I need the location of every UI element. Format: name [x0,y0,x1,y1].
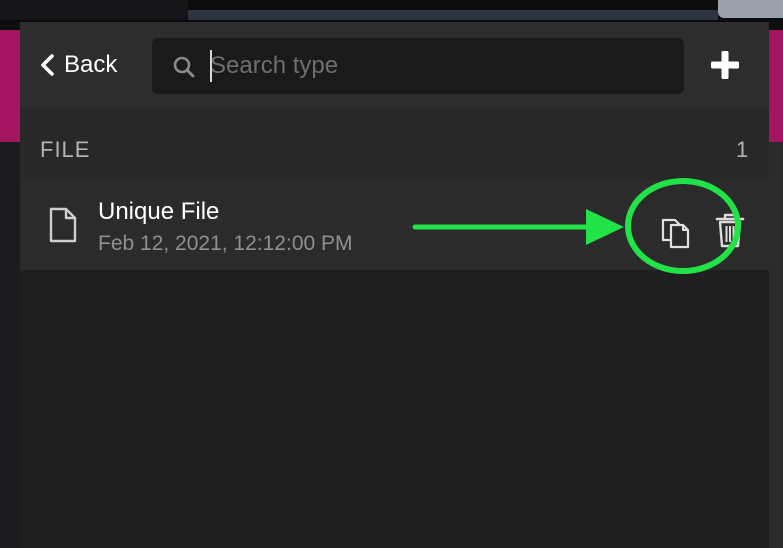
search-box[interactable] [152,38,684,94]
background-topbar-strip [188,10,718,20]
section-header: FILE 1 [20,108,769,180]
copy-button[interactable] [657,212,697,252]
section-count: 1 [736,137,749,162]
search-input[interactable] [210,48,670,84]
file-icon [48,206,78,248]
trash-icon [714,213,746,254]
background-right-accent [769,30,783,142]
file-row[interactable]: Unique File Feb 12, 2021, 12:12:00 PM [20,180,769,270]
text-caret [210,50,212,82]
add-button[interactable] [708,48,742,82]
panel-header: Back [20,22,769,108]
chevron-left-icon [38,53,56,77]
back-label: Back [64,51,118,78]
background-topbar-right [718,0,783,18]
file-name: Unique File [98,198,220,225]
delete-button[interactable] [714,210,746,250]
type-picker-panel: Back Search type FILE 1 Unique File Feb … [20,22,769,548]
background-topbar-tab [0,0,188,20]
background-left-accent [0,30,20,142]
search-icon [172,55,196,83]
app-screen: Back Search type FILE 1 Unique File Feb … [0,0,783,548]
back-button[interactable]: Back [38,48,117,82]
copy-icon [657,218,697,256]
background-right-panel [769,142,783,548]
background-left-panel [0,142,20,548]
section-title: FILE [40,137,91,162]
file-date: Feb 12, 2021, 12:12:00 PM [98,232,353,255]
plus-icon [708,51,742,86]
